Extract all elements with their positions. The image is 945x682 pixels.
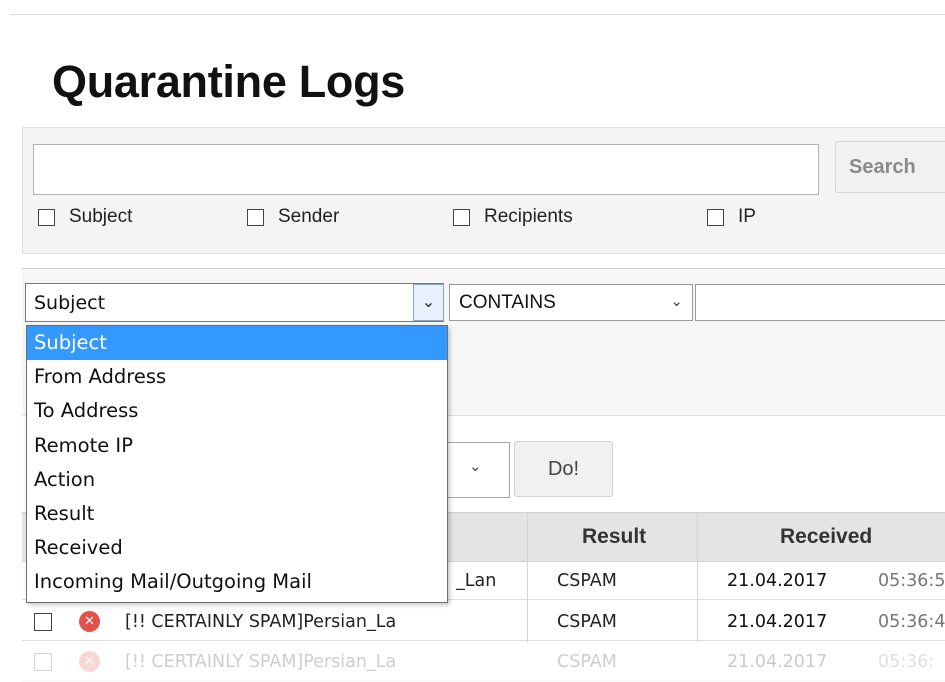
sender-checkbox-label: Sender [278,206,340,227]
filter-field-select[interactable]: Subject [25,283,444,322]
search-option-ip[interactable]: IP [707,205,756,229]
chevron-down-icon: ⌄ [469,457,482,475]
chevron-down-icon[interactable]: ⌄ [413,284,444,321]
bulk-action-select[interactable]: ⌄ [447,442,510,498]
subject-checkbox[interactable] [38,208,55,226]
column-header-result[interactable]: Result [582,512,646,562]
row-result: CSPAM [557,652,617,672]
row-checkbox[interactable] [34,613,52,631]
column-separator [697,512,698,642]
row-result: CSPAM [557,571,617,591]
filter-field-value: Subject [34,292,106,314]
recipients-checkbox[interactable] [453,208,470,226]
search-option-sender[interactable]: Sender [247,205,339,229]
ip-checkbox-label: IP [738,206,756,227]
table-row[interactable]: ✕ [!! CERTAINLY SPAM]Persian_La CSPAM 21… [22,643,945,681]
dropdown-option-incoming-outgoing[interactable]: Incoming Mail/Outgoing Mail [27,565,447,599]
row-received-time: 05:36: [878,652,935,672]
row-subject[interactable]: [!! CERTAINLY SPAM]Persian_La [125,612,396,632]
row-received-date: 21.04.2017 [727,612,828,632]
dropdown-option-action[interactable]: Action [27,463,447,497]
sender-checkbox[interactable] [247,208,264,226]
dropdown-option-from-address[interactable]: From Address [27,360,447,394]
filter-value-input[interactable] [695,284,945,321]
column-header-received[interactable]: Received [780,512,872,562]
row-subject[interactable]: _Lan [456,571,496,591]
row-checkbox[interactable] [34,653,52,671]
search-option-recipients[interactable]: Recipients [453,205,573,229]
chevron-down-icon: ⌄ [670,292,683,310]
row-received-date: 21.04.2017 [727,652,828,672]
dropdown-option-to-address[interactable]: To Address [27,394,447,428]
dropdown-option-subject[interactable]: Subject [27,326,447,361]
dropdown-option-result[interactable]: Result [27,497,447,531]
spam-x-icon: ✕ [79,611,100,632]
table-row[interactable]: ✕ [!! CERTAINLY SPAM]Persian_La CSPAM 21… [22,603,945,641]
filter-field-dropdown: Subject From Address To Address Remote I… [26,325,448,603]
page-title: Quarantine Logs [52,56,406,107]
spam-x-icon: ✕ [79,651,100,672]
row-received-time: 05:36:5 [878,571,945,591]
row-subject[interactable]: [!! CERTAINLY SPAM]Persian_La [125,652,396,672]
row-result: CSPAM [557,612,617,632]
recipients-checkbox-label: Recipients [484,206,573,227]
do-button[interactable]: Do! [514,441,613,497]
top-divider [10,14,945,15]
filter-operator-select[interactable]: CONTAINS ⌄ [449,284,693,321]
search-option-subject[interactable]: Subject [38,205,132,229]
filter-operator-value: CONTAINS [459,292,556,313]
dropdown-option-remote-ip[interactable]: Remote IP [27,429,447,463]
column-separator [527,512,528,642]
search-input[interactable] [33,144,819,195]
search-button[interactable]: Search [835,141,945,193]
subject-checkbox-label: Subject [69,206,133,227]
filter-divider [22,268,945,269]
row-received-time: 05:36:4 [878,612,945,632]
dropdown-option-received[interactable]: Received [27,531,447,565]
ip-checkbox[interactable] [707,208,724,226]
row-received-date: 21.04.2017 [727,571,828,591]
